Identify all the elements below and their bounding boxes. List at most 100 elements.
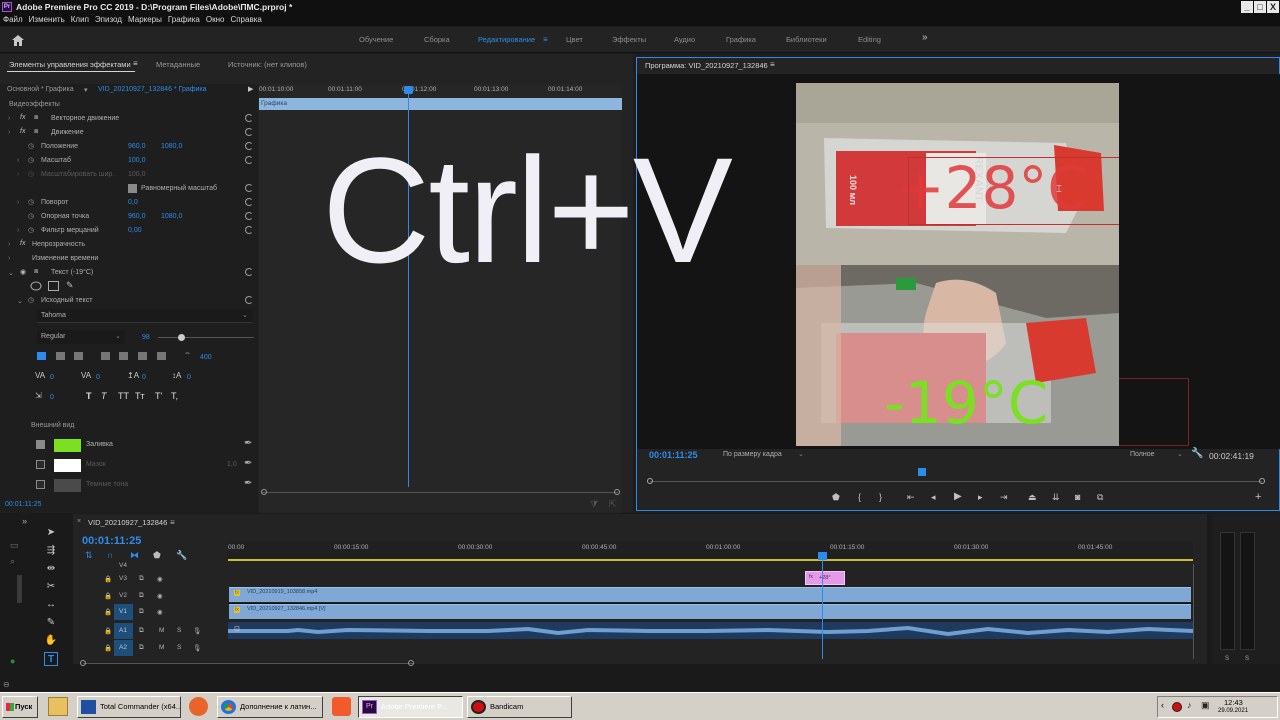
firefox-icon[interactable] <box>189 697 208 716</box>
search-icon[interactable]: ⌕ <box>10 556 15 567</box>
workspace-effects[interactable]: Эффекты <box>612 35 646 44</box>
small-caps-button[interactable]: Tт <box>135 391 145 401</box>
timeline-timecode[interactable]: 00:01:11:25 <box>82 535 141 547</box>
work-area-bar[interactable] <box>228 559 1193 561</box>
position-x-value[interactable]: 960,0 <box>128 143 146 150</box>
stopwatch-icon[interactable]: ◷ <box>28 212 34 220</box>
tab-effect-controls[interactable]: Элементы управления эффектами <box>9 60 131 69</box>
reset-icon[interactable] <box>245 296 253 304</box>
graphic-clip-bar[interactable]: Графика <box>259 98 622 110</box>
reset-icon[interactable] <box>245 212 253 220</box>
explorer-quicklaunch-icon[interactable] <box>48 697 68 716</box>
tray-speaker-icon[interactable]: ♪ <box>1187 700 1192 710</box>
mute-button[interactable]: M <box>159 627 164 634</box>
timeline-playhead-handle[interactable] <box>818 552 827 560</box>
sequence-tab[interactable]: VID_20210927_132846 <box>88 518 167 527</box>
reset-icon[interactable] <box>245 184 253 192</box>
eye-icon[interactable]: ◉ <box>157 575 163 583</box>
workspace-audio[interactable]: Аудио <box>674 35 695 44</box>
slip-tool-icon[interactable]: ↔ <box>44 598 58 612</box>
lock-icon[interactable]: 🔒 <box>104 575 112 583</box>
anchor-y-value[interactable]: 1080,0 <box>161 213 182 220</box>
tray-record-icon[interactable] <box>1172 702 1182 712</box>
vector-motion-label[interactable]: Векторное движение <box>51 115 119 122</box>
mic-icon[interactable]: 🎙 <box>193 644 201 652</box>
stroke-checkbox[interactable] <box>36 460 45 469</box>
tsume-value[interactable]: 0 <box>187 374 191 381</box>
mark-out-icon[interactable]: } <box>879 492 882 502</box>
reset-icon[interactable] <box>245 226 253 234</box>
compare-icon[interactable]: ⧉ <box>1097 492 1103 503</box>
font-select[interactable]: Tahoma ⌄ <box>37 309 253 323</box>
playhead-handle[interactable] <box>404 86 413 94</box>
fx-icon[interactable]: fx <box>20 128 25 135</box>
taskbar-total-commander[interactable]: Total Commander (x64... <box>77 696 181 718</box>
superscript-button[interactable]: T' <box>155 391 162 401</box>
slider-handle[interactable] <box>178 334 185 341</box>
menu-window[interactable]: Окно <box>206 14 225 26</box>
taskbar-chrome[interactable]: Дополнение к латин... <box>217 696 323 718</box>
position-y-value[interactable]: 1080,0 <box>161 143 182 150</box>
pen-tool-icon[interactable]: ✎ <box>44 616 58 630</box>
workspace-editing[interactable]: Редактирование <box>478 35 535 44</box>
align-center-icon[interactable] <box>56 352 65 360</box>
effect-controls-timecode[interactable]: 00:01:11:25 <box>5 501 41 508</box>
align-right-icon[interactable] <box>74 352 83 360</box>
temperature-label-bottom[interactable]: -19°C <box>884 368 1048 438</box>
workspace-assembly[interactable]: Сборка <box>424 35 450 44</box>
step-forward-icon[interactable]: ▸ <box>978 492 983 503</box>
add-marker-icon[interactable]: ⬟ <box>832 492 840 503</box>
track-v3-label[interactable]: V3 <box>119 575 127 582</box>
minimize-button[interactable]: _ <box>1241 1 1253 13</box>
stroke-value[interactable]: 1,0 <box>227 461 237 468</box>
font-style-select[interactable]: Regular ⌄ <box>37 330 125 344</box>
monitor-scrub-bar[interactable] <box>650 481 1262 482</box>
panel-menu-icon[interactable]: ≡ <box>133 59 138 68</box>
lock-icon[interactable]: 🔒 <box>104 627 112 635</box>
sync-lock-icon[interactable]: ⧉ <box>139 644 144 652</box>
anchor-x-value[interactable]: 960,0 <box>128 213 146 220</box>
sync-lock-icon[interactable]: ⧉ <box>139 592 144 600</box>
menu-markers[interactable]: Маркеры <box>128 14 162 26</box>
clip-label[interactable]: VID_20210927_132846 * Графика <box>98 86 207 93</box>
tools-expand-icon[interactable]: » <box>22 516 27 526</box>
zoom-handle-right[interactable] <box>408 660 414 666</box>
reset-icon[interactable] <box>245 198 253 206</box>
workspace-learning[interactable]: Обучение <box>359 35 393 44</box>
folder-icon[interactable]: ▭ <box>10 540 19 551</box>
settings-wrench-icon[interactable]: 🔧 <box>176 550 187 561</box>
menu-file[interactable]: Файл <box>3 14 23 26</box>
scrub-end-handle[interactable] <box>1259 478 1265 484</box>
hand-tool-icon[interactable]: ✋ <box>44 634 58 648</box>
justify-left-icon[interactable] <box>101 352 110 360</box>
clip-v2[interactable]: VID_20210919_103858.mp4 <box>229 587 1191 602</box>
razor-tool-icon[interactable]: ✂ <box>44 580 58 594</box>
workspace-graphics[interactable]: Графика <box>726 35 756 44</box>
motion-label[interactable]: Движение <box>51 129 84 136</box>
eyedropper-icon[interactable]: ✒ <box>244 438 252 449</box>
fill-color-swatch[interactable] <box>54 439 81 452</box>
audio-track-a1[interactable] <box>228 622 1194 639</box>
workspace-menu-icon[interactable]: ≡ <box>543 35 548 44</box>
lift-icon[interactable]: ⏏ <box>1028 492 1037 503</box>
justify-right-icon[interactable] <box>138 352 147 360</box>
maximize-button[interactable]: □ <box>1254 1 1266 13</box>
menu-sequence[interactable]: Эпизод <box>95 14 122 26</box>
scale-value[interactable]: 100,0 <box>128 157 146 164</box>
marker-icon[interactable]: ⬟ <box>153 550 161 561</box>
stopwatch-icon[interactable]: ◷ <box>28 198 34 206</box>
zoom-handle-left[interactable] <box>80 660 86 666</box>
clip-v1[interactable]: VID_20210927_132846.mp4 [V] <box>229 604 1191 619</box>
scroll-handle-right[interactable] <box>614 489 620 495</box>
go-to-in-icon[interactable]: ⇤ <box>907 492 915 503</box>
side-scrollbar[interactable] <box>17 575 22 603</box>
tray-network-icon[interactable]: ▣ <box>1201 700 1210 711</box>
play-icon[interactable]: ▶ <box>954 491 962 502</box>
type-tool-icon[interactable]: T <box>44 652 58 666</box>
linked-selection-icon[interactable]: ⧓ <box>130 550 139 561</box>
fx-icon[interactable]: fx <box>20 240 25 247</box>
eyedropper-icon[interactable]: ✒ <box>244 478 252 489</box>
sync-lock-icon[interactable]: ⧉ <box>139 608 144 616</box>
baseline-value[interactable]: 0 <box>142 374 146 381</box>
panel-menu-icon[interactable]: ≡ <box>170 518 175 527</box>
